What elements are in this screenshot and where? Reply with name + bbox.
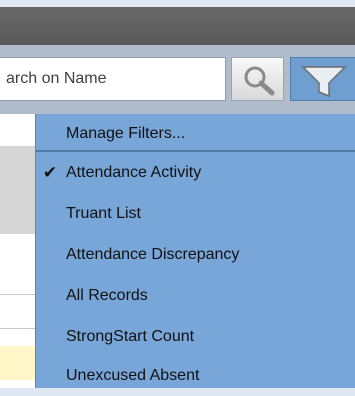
menu-item-truant-list[interactable]: Truant List (36, 194, 355, 234)
divider (0, 328, 35, 329)
menu-item-label: Attendance Discrepancy (66, 246, 240, 263)
top-strip (0, 0, 355, 7)
menu-item-attendance-activity[interactable]: ✔ Attendance Activity (36, 153, 355, 193)
search-icon (244, 66, 275, 96)
menu-item-strongstart-count[interactable]: StrongStart Count (36, 317, 355, 357)
left-panel (0, 114, 35, 388)
left-panel-header (0, 146, 35, 234)
menu-item-label: Attendance Activity (66, 164, 202, 181)
filter-button[interactable] (290, 57, 355, 101)
menu-item-attendance-discrepancy[interactable]: Attendance Discrepancy (36, 235, 355, 275)
menu-item-label: Truant List (66, 205, 141, 222)
divider (0, 294, 35, 295)
filter-icon (301, 66, 347, 98)
menu-item-all-records[interactable]: All Records (36, 276, 355, 316)
menu-item-unexcused-absent[interactable]: Unexcused Absent (36, 356, 355, 396)
search-button[interactable] (231, 57, 284, 101)
menu-separator (36, 150, 355, 152)
checkmark-icon: ✔ (42, 163, 58, 182)
menu-item-label: StrongStart Count (66, 328, 195, 345)
menu-item-manage-filters[interactable]: Manage Filters... (36, 114, 355, 154)
highlighted-row (0, 346, 35, 380)
menu-item-label: Manage Filters... (66, 125, 186, 142)
filter-dropdown-menu: Manage Filters... ✔ Attendance Activity … (35, 114, 355, 388)
search-input[interactable]: arch on Name (0, 57, 226, 101)
menu-item-label: All Records (66, 287, 148, 304)
menu-item-label: Unexcused Absent (66, 367, 200, 384)
